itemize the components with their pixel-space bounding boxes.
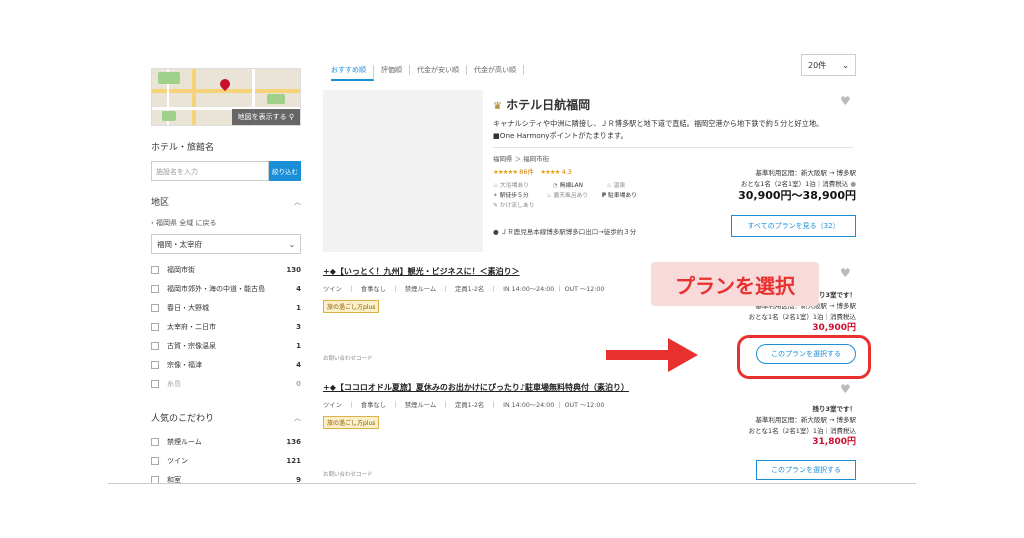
hotel-description: キャナルシティや中洲に隣接し、ＪＲ博多駅と地下道で直結。福岡空港から地下鉄で約５… <box>493 119 824 140</box>
plan-price: 31,800円 <box>812 437 856 447</box>
hotel-name-title: ホテル・旅館名 <box>151 143 215 153</box>
plan-item: +◆【ココロオドル夏旅】夏休みのお出かけにぴったり♪駐車場無料特典付（素泊り） … <box>323 382 856 483</box>
outdoor-bath-icon: ♨ <box>546 193 552 199</box>
popular-accordion-header[interactable]: 人気のこだわり ︿ <box>151 411 301 425</box>
flowing-bath-icon: ✎ <box>493 203 498 209</box>
select-plan-button[interactable]: このプランを選択する <box>756 460 856 480</box>
plan-price: 30,900円 <box>812 323 856 333</box>
favorite-heart-icon[interactable]: ♥ <box>840 95 852 107</box>
favorite-heart-icon[interactable]: ♥ <box>840 267 852 279</box>
popular-item[interactable]: ツイン 121 <box>151 451 301 470</box>
checkbox[interactable] <box>151 475 159 483</box>
parking-icon: P <box>601 193 607 199</box>
all-plans-button[interactable]: すべてのプランを見る（32） <box>731 215 856 237</box>
hotel-breadcrumb[interactable]: 福岡県 ＞ 福岡市街 <box>493 153 549 163</box>
back-to-prefecture-link[interactable]: ‹ 福岡県 全域 に戻る <box>151 218 301 228</box>
checkbox <box>151 379 159 388</box>
hotel-access: ● ＪＲ鹿児島本線博多駅博多口出口→徒歩約３分 <box>493 228 637 236</box>
area-item[interactable]: 福岡市郊外・海の中道・能古島 4 <box>151 279 301 298</box>
amenities-row: ♨ 大浴場あり ◔ 無線LAN ♨ 温泉 <box>493 183 626 189</box>
hot-spring-icon: ♨ <box>606 183 612 189</box>
wifi-icon: ◔ <box>552 183 558 189</box>
checkbox[interactable] <box>151 284 159 293</box>
crown-icon: ♛ <box>493 101 502 112</box>
info-icon[interactable]: ● <box>850 180 856 188</box>
area-item[interactable]: 春日・大野城 1 <box>151 298 301 317</box>
chevron-down-icon: ⌄ <box>288 239 295 249</box>
map-thumbnail[interactable]: 地図を表示する ⚲ <box>151 68 301 126</box>
hotel-price-range: 30,900円〜38,900円 <box>738 189 856 202</box>
annotation-arrowhead-icon <box>668 338 698 372</box>
hotel-search: 施設名を入力 絞り込む <box>151 161 301 181</box>
inquiry-code: お問い合わせコード <box>323 356 373 362</box>
hotel-name[interactable]: ♛ ホテル日航福岡 <box>493 96 590 113</box>
checkbox[interactable] <box>151 303 159 312</box>
checkbox[interactable] <box>151 456 159 465</box>
chevron-up-icon: ︿ <box>294 413 301 422</box>
popular-item[interactable]: 和室 9 <box>151 470 301 483</box>
sort-price-high-tab[interactable]: 代金が高い順 <box>467 65 524 75</box>
per-page-select[interactable]: 20件 ⌄ <box>801 54 856 76</box>
region-select[interactable]: 福岡・太宰府 ⌄ <box>151 234 301 254</box>
show-map-button[interactable]: 地図を表示する ⚲ <box>231 109 300 125</box>
plus-badge: 旅の過ごし方plus <box>323 300 380 313</box>
sort-recommended-tab[interactable]: おすすめ順 <box>331 65 374 81</box>
sort-bar: おすすめ順 評価順 代金が安い順 代金が高い順 <box>331 60 856 81</box>
hotel-name-input[interactable]: 施設名を入力 <box>151 161 269 181</box>
hotel-price-block: 基準利用区間：新大阪駅 → 博多駅 おとな1名（2名1室）1泊｜消費税込 ● 3… <box>738 169 856 202</box>
sort-rating-tab[interactable]: 評価順 <box>374 65 410 75</box>
area-item[interactable]: 宗像・福津 4 <box>151 355 301 374</box>
location-pin-icon: ● <box>493 228 499 236</box>
page-frame: 地図を表示する ⚲ ホテル・旅館名 施設名を入力 絞り込む 地区 ︿ ‹ 福岡県… <box>108 0 916 484</box>
checkbox[interactable] <box>151 341 159 350</box>
inquiry-code: お問い合わせコード <box>323 472 373 478</box>
hotel-rating[interactable]: ★★★★★ 86件 ★★★★ 4.3 <box>493 166 572 176</box>
bath-icon: ♨ <box>493 183 499 189</box>
checkbox[interactable] <box>151 265 159 274</box>
popular-list: 禁煙ルーム 136 ツイン 121 和室 9 <box>151 432 301 483</box>
popular-item[interactable]: 禁煙ルーム 136 <box>151 432 301 451</box>
annotation-arrow-icon <box>606 350 670 360</box>
chevron-up-icon: ︿ <box>294 197 301 206</box>
results-main: おすすめ順 評価順 代金が安い順 代金が高い順 20件 ⌄ ♛ ホテル日航福岡 … <box>323 54 856 480</box>
divider <box>493 147 853 148</box>
area-item: 糸島 0 <box>151 374 301 393</box>
checkbox[interactable] <box>151 437 159 446</box>
area-item[interactable]: 太宰府・二日市 3 <box>151 317 301 336</box>
narrow-button[interactable]: 絞り込む <box>269 161 301 181</box>
checkbox[interactable] <box>151 360 159 369</box>
favorite-heart-icon[interactable]: ♥ <box>840 383 852 395</box>
area-item[interactable]: 古賀・宗像温泉 1 <box>151 336 301 355</box>
chevron-down-icon: ⌄ <box>842 60 849 70</box>
plan-title[interactable]: +◆【ココロオドル夏旅】夏休みのお出かけにぴったり♪駐車場無料特典付（素泊り） <box>323 382 856 393</box>
area-title: 地区 <box>151 198 170 208</box>
sidebar: 地図を表示する ⚲ ホテル・旅館名 施設名を入力 絞り込む 地区 ︿ ‹ 福岡県… <box>151 68 301 483</box>
hotel-card: ♛ ホテル日航福岡 ♥ キャナルシティや中洲に隣接し、ＪＲ博多駅と地下道で直結。… <box>323 90 856 255</box>
plus-badge: 旅の過ごし方plus <box>323 416 380 429</box>
plan-price-block: 残り3室です！ 基準利用区間：新大阪駅 → 博多駅 おとな1名（2名1室）1泊｜… <box>748 405 856 447</box>
hotel-photo[interactable] <box>323 90 483 252</box>
sort-price-low-tab[interactable]: 代金が安い順 <box>410 65 467 75</box>
area-accordion-header[interactable]: 地区 ︿ <box>151 195 301 209</box>
walk-icon: ✦ <box>493 193 498 199</box>
checkbox[interactable] <box>151 322 159 331</box>
popular-title: 人気のこだわり <box>151 414 215 424</box>
area-item[interactable]: 福岡市街 130 <box>151 260 301 279</box>
amenities-row: ✎ かけ流しあり <box>493 203 535 209</box>
annotation-label: プランを選択 <box>651 262 819 306</box>
area-list: 福岡市街 130 福岡市郊外・海の中道・能古島 4 春日・大野城 1 太宰府・二日市 3… <box>151 260 301 393</box>
annotation-highlight-circle <box>737 335 871 379</box>
amenities-row: ✦ 駅徒歩５分 ♨ 露天風呂あり P 駐車場あり <box>493 193 638 199</box>
